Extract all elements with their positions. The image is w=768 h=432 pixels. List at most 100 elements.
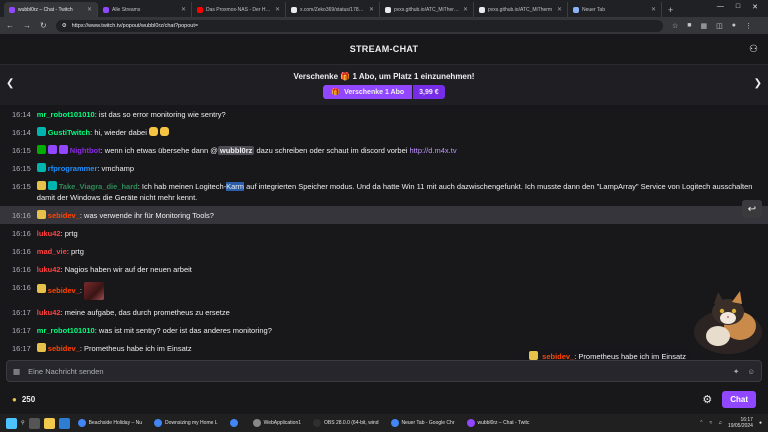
reload-icon[interactable]: ↻ xyxy=(40,21,47,30)
windows-start-icon[interactable] xyxy=(6,417,17,429)
forward-icon[interactable]: → xyxy=(23,21,31,30)
minimize-icon[interactable]: — xyxy=(717,3,724,11)
chat-badge-icon[interactable] xyxy=(58,144,68,154)
browser-tab[interactable]: Alle Streams ✕ xyxy=(98,2,192,17)
tab-close-icon[interactable]: ✕ xyxy=(87,6,92,13)
chat-badge-icon[interactable] xyxy=(47,144,57,154)
browser-tab[interactable]: Das Proxmox-NAS - Der Home ✕ xyxy=(192,2,286,17)
settings-gear-icon[interactable]: ⚙ xyxy=(702,393,712,406)
chat-username[interactable]: mr_robot101010 xyxy=(37,326,95,335)
store-icon[interactable] xyxy=(58,417,70,429)
channel-points[interactable]: ● 250 xyxy=(12,395,35,404)
menu-icon[interactable]: ⋮ xyxy=(745,22,752,30)
puzzle-icon[interactable]: ▦ xyxy=(701,22,708,30)
browser-tab[interactable]: pvxs.github.io/ATC_MiTherm ✕ xyxy=(474,2,568,17)
taskbar-app[interactable]: WebApplication1 xyxy=(249,415,305,431)
url-field[interactable]: ⚙ https://www.twitch.tv/popout/wubbl0rz/… xyxy=(55,19,663,32)
chat-badge-icon[interactable] xyxy=(36,284,46,294)
chat-badge-icon[interactable] xyxy=(36,342,46,352)
file-explorer-icon[interactable] xyxy=(43,417,55,429)
chat-message[interactable]: 16:16 mad_vie: prtg xyxy=(0,242,768,260)
gift-sub-button[interactable]: 🎁 Verschenke 1 Abo xyxy=(323,85,413,99)
chat-username[interactable]: sebidev_ xyxy=(48,344,80,353)
smiley-icon[interactable]: ☺ xyxy=(747,367,755,376)
chat-username[interactable]: luku42 xyxy=(37,265,61,274)
chat-badge-icon[interactable] xyxy=(36,126,46,136)
system-tray: ⌃ ≈ ♫ 16:17 19/05/2024 ● xyxy=(699,417,762,429)
clock[interactable]: 16:17 19/05/2024 xyxy=(728,417,753,429)
emote-picker-icon[interactable]: ▦ xyxy=(13,367,20,376)
chat-username[interactable]: mad_vie xyxy=(37,247,67,256)
image-emote-icon[interactable] xyxy=(84,281,105,300)
bits-icon[interactable]: ✦ xyxy=(733,367,739,376)
chevron-right-icon[interactable]: ❯ xyxy=(754,78,762,89)
browser-tab[interactable]: Neuer Tab ✕ xyxy=(568,2,662,17)
chat-username[interactable]: Take_Viagra_die_hard xyxy=(59,182,138,191)
chat-input[interactable] xyxy=(28,366,726,376)
chat-badge-icon[interactable] xyxy=(36,162,46,172)
taskbar-app[interactable] xyxy=(226,415,245,431)
community-icon[interactable]: ⚇ xyxy=(749,44,758,55)
chat-message[interactable]: 16:16 luku42: Nagios haben wir auf der ne… xyxy=(0,260,768,278)
chat-message[interactable]: 16:14 GustiTwitch: hi, wieder dabei xyxy=(0,123,768,141)
extension-icon[interactable]: ■ xyxy=(687,22,691,30)
chat-text: : prtg xyxy=(66,246,84,256)
send-chat-button[interactable]: Chat xyxy=(722,390,756,408)
chat-message[interactable]: 16:16 sebidev_: was verwende ihr für Moni… xyxy=(0,206,768,224)
chat-badge-icon[interactable] xyxy=(36,209,46,219)
chat-message-list[interactable]: 16:14 mr_robot101010: ist das so error mo… xyxy=(0,105,768,352)
volume-icon[interactable]: ♫ xyxy=(718,420,722,426)
sidepanel-icon[interactable]: ◫ xyxy=(716,22,723,30)
task-view-icon[interactable] xyxy=(28,417,40,429)
taskbar-app[interactable]: Beachside Holiday – Nu xyxy=(74,415,146,431)
maximize-icon[interactable]: □ xyxy=(736,3,740,11)
chat-message[interactable]: 16:14 mr_robot101010: ist das so error mo… xyxy=(0,105,768,123)
site-info-icon[interactable]: ⚙ xyxy=(62,23,67,29)
chat-message[interactable]: 16:17 luku42: meine aufgabe, das durch pr… xyxy=(0,303,768,321)
taskbar-app[interactable]: Neuer Tab - Google Chr xyxy=(387,415,459,431)
browser-tab[interactable]: wubbl0rz – Chat - Twitch ✕ xyxy=(4,2,98,17)
wifi-icon[interactable]: ≈ xyxy=(709,420,712,426)
tray-chevron-icon[interactable]: ⌃ xyxy=(699,420,703,426)
chat-message[interactable]: 16:15 Take_Viagra_die_hard: Ich hab meine… xyxy=(0,177,768,206)
tab-close-icon[interactable]: ✕ xyxy=(557,6,562,13)
taskbar-search-icon[interactable]: ⚲ xyxy=(21,420,25,426)
taskbar-app[interactable]: Downsizing my Home L xyxy=(150,415,222,431)
chat-link[interactable]: http://d.m4x.tv xyxy=(410,146,457,155)
tab-title: x.com/Zeko369/status/178114 xyxy=(300,6,366,13)
chat-username[interactable]: mr_robot101010 xyxy=(37,110,95,119)
profile-icon[interactable]: ● xyxy=(732,22,736,30)
chat-message[interactable]: 16:16 luku42: prtg xyxy=(0,224,768,242)
tab-close-icon[interactable]: ✕ xyxy=(651,6,656,13)
chat-username[interactable]: sebidev_ xyxy=(48,211,80,220)
chat-badge-icon[interactable] xyxy=(36,180,46,190)
chat-username[interactable]: luku42 xyxy=(37,229,61,238)
close-window-icon[interactable]: ✕ xyxy=(752,3,758,11)
chat-username[interactable]: Nightbot xyxy=(70,146,101,155)
chat-message[interactable]: 16:15 rfprogrammer: vmchamp xyxy=(0,159,768,177)
chat-username[interactable]: GustiTwitch xyxy=(48,128,90,137)
chat-message[interactable]: 16:16 sebidev_: xyxy=(0,278,768,303)
back-icon[interactable]: ← xyxy=(6,21,14,30)
tab-close-icon[interactable]: ✕ xyxy=(463,6,468,13)
chat-username[interactable]: rfprogrammer xyxy=(48,164,98,173)
tab-close-icon[interactable]: ✕ xyxy=(369,6,374,13)
tab-close-icon[interactable]: ✕ xyxy=(181,6,186,13)
chat-username[interactable]: sebidev_ xyxy=(48,285,80,294)
chat-username[interactable]: luku42 xyxy=(37,308,61,317)
chat-message[interactable]: 16:17 mr_robot101010: was ist mit sentry?… xyxy=(0,321,768,339)
reply-icon[interactable]: ↩ xyxy=(742,200,762,218)
taskbar-app[interactable]: OBS 28.0.0 (64-bit, wind xyxy=(309,415,382,431)
browser-tab[interactable]: x.com/Zeko369/status/178114 ✕ xyxy=(286,2,380,17)
chat-badge-icon[interactable] xyxy=(36,144,46,154)
new-tab-icon[interactable]: + xyxy=(662,5,679,17)
tab-close-icon[interactable]: ✕ xyxy=(275,6,280,13)
browser-tab[interactable]: pvxs.github.io/ATC_MiThermo ✕ xyxy=(380,2,474,17)
chat-message[interactable]: 16:15 Nightbot: wenn ich etwas übersehe d… xyxy=(0,141,768,159)
price-button[interactable]: 3,99 € xyxy=(413,85,445,99)
chat-mention[interactable]: wubbl0rz xyxy=(217,145,255,155)
taskbar-app[interactable]: wubbl0rz – Chat - Twitc xyxy=(463,415,534,431)
star-icon[interactable]: ☆ xyxy=(672,22,678,30)
notification-icon[interactable]: ● xyxy=(759,420,762,426)
chat-badge-icon[interactable] xyxy=(47,180,57,190)
